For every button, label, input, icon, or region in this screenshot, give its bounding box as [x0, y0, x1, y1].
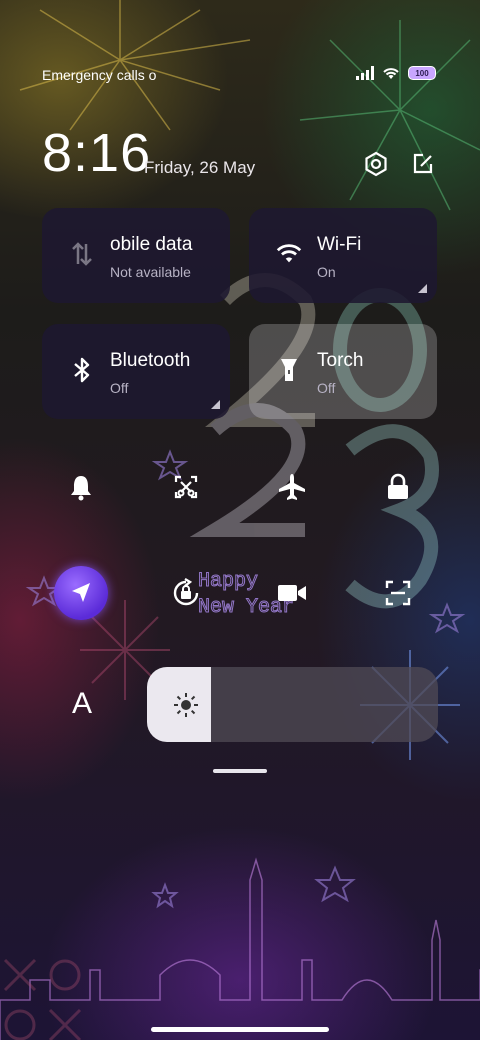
firework-right — [299, 20, 480, 211]
city-skyline — [0, 857, 480, 1040]
tile-wifi[interactable]: Wi-Fi On — [249, 208, 437, 303]
toggle-lock[interactable] — [372, 461, 424, 513]
status-icons: 100 — [356, 66, 436, 80]
tile-bluetooth[interactable]: Bluetooth Off — [42, 324, 230, 419]
xo-pattern — [3, 958, 82, 1040]
status-bar: Emergency calls o 100 — [42, 64, 436, 88]
tile-torch[interactable]: Torch Off — [249, 324, 437, 419]
expand-corner[interactable] — [211, 400, 220, 409]
tile-mobile-data[interactable]: obile data Not available — [42, 208, 230, 303]
auto-rotate-icon — [173, 578, 199, 606]
toggle-airplane[interactable] — [266, 461, 318, 513]
clock-time: 8:16 — [42, 123, 152, 183]
tile-state: Off — [110, 380, 129, 396]
tile-label: Torch — [317, 350, 364, 371]
home-indicator[interactable] — [151, 1027, 329, 1032]
toggle-location[interactable] — [54, 566, 108, 620]
toggle-auto-rotate[interactable] — [160, 567, 212, 619]
sun-icon — [174, 693, 198, 717]
battery-indicator: 100 — [408, 66, 436, 80]
settings-button[interactable] — [362, 150, 390, 178]
tile-label: Wi-Fi — [317, 234, 362, 255]
toggle-screen-record[interactable] — [266, 567, 318, 619]
drag-handle[interactable] — [213, 769, 267, 773]
edit-icon — [413, 153, 433, 174]
signal-icon — [356, 66, 374, 80]
expand-corner[interactable] — [418, 284, 427, 293]
font-size-button[interactable]: A — [62, 684, 102, 724]
lock-icon — [388, 473, 408, 499]
edit-button[interactable] — [409, 150, 437, 178]
tile-state: On — [317, 264, 336, 280]
tile-state: Off — [317, 380, 336, 396]
video-camera-icon — [278, 585, 306, 601]
settings-icon — [365, 151, 387, 177]
tile-state: Not available — [110, 264, 191, 280]
airplane-icon — [279, 474, 305, 500]
carrier-text: Emergency calls o — [42, 67, 157, 83]
control-center: { "status_bar": { "carrier_text": "Emerg… — [0, 0, 480, 1040]
scan-icon — [385, 580, 411, 606]
toggle-scanner[interactable] — [372, 567, 424, 619]
clock-date: Friday, 26 May — [144, 158, 256, 177]
mobile-data-icon — [68, 240, 96, 268]
tile-label: obile data — [110, 234, 193, 255]
brightness-slider[interactable] — [147, 667, 438, 742]
location-icon — [72, 583, 90, 602]
toggle-screenshot[interactable] — [160, 461, 212, 513]
screenshot-icon — [174, 475, 198, 499]
wifi-icon — [275, 240, 303, 268]
tile-label: Bluetooth — [110, 350, 191, 371]
bluetooth-icon — [68, 356, 96, 384]
bell-icon — [71, 476, 91, 501]
wifi-icon — [383, 68, 399, 79]
torch-icon — [275, 356, 303, 384]
toggle-mute[interactable] — [55, 461, 107, 513]
